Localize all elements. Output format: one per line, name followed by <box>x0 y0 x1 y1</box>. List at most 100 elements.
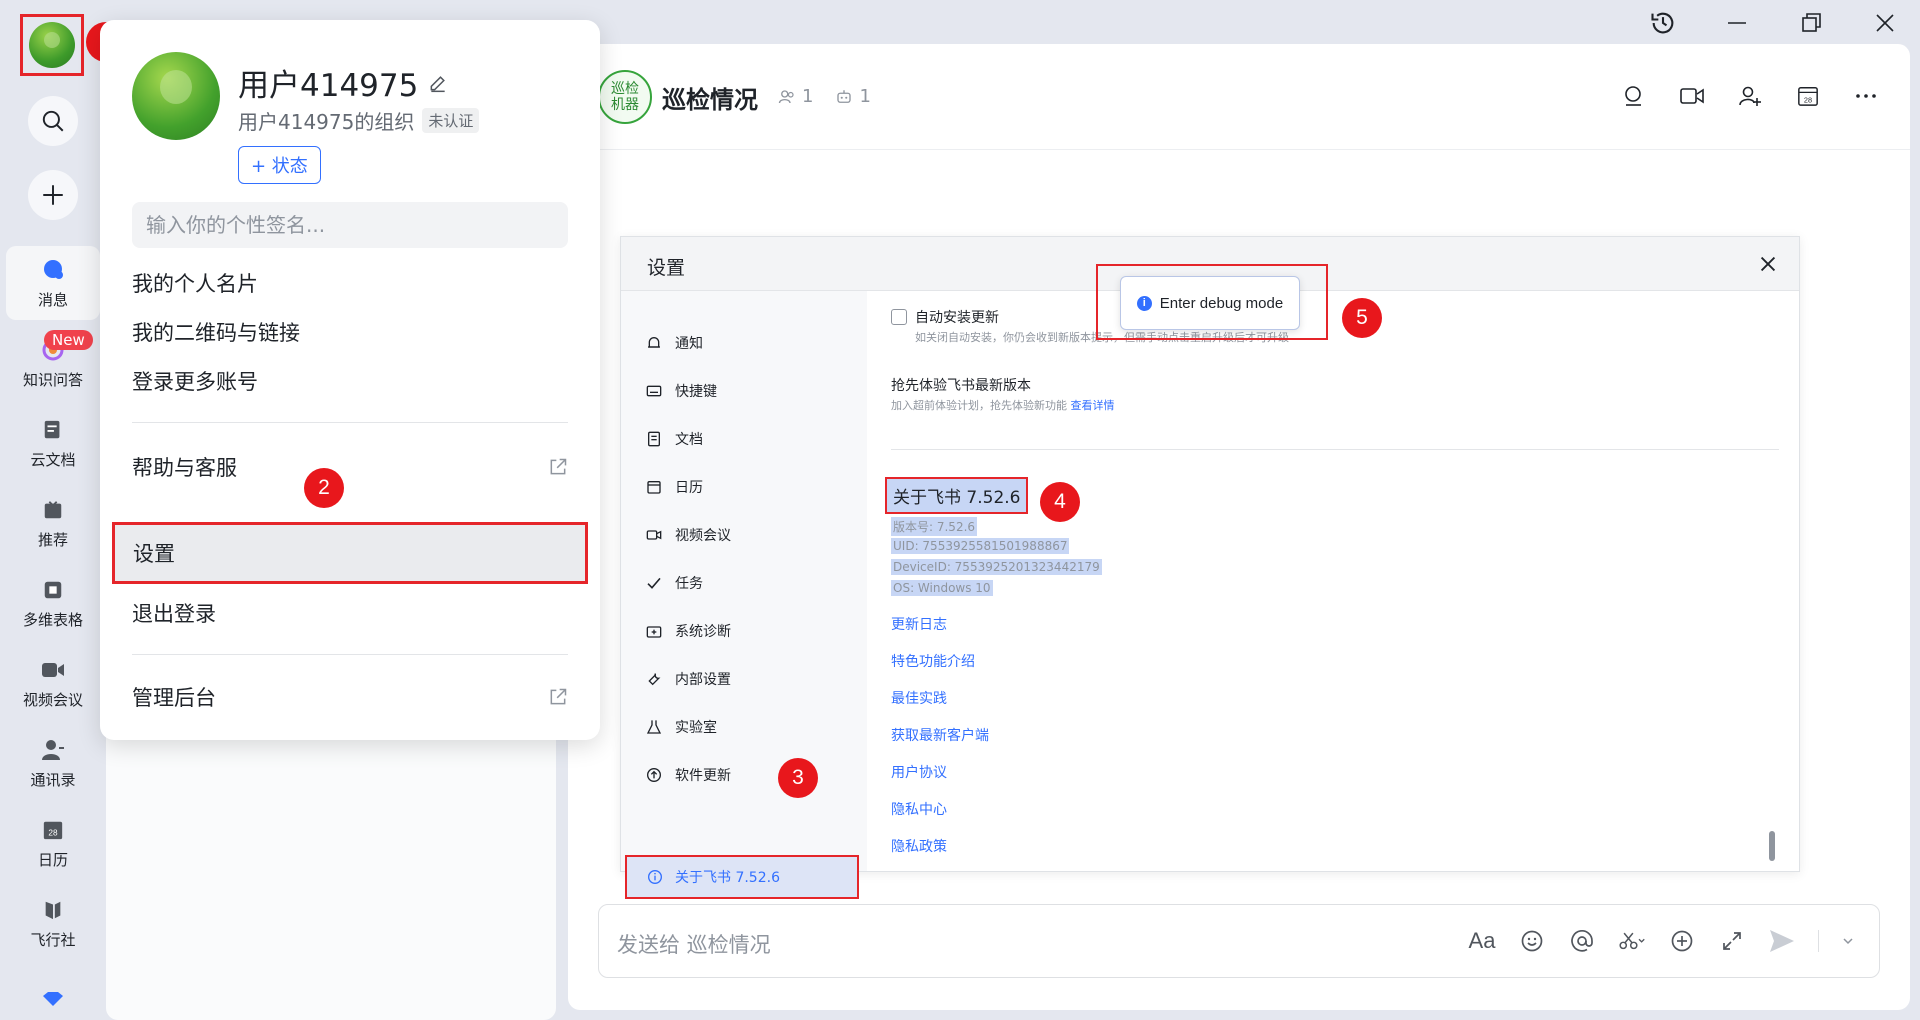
send-icon[interactable] <box>1768 927 1796 955</box>
menu-my-card[interactable]: 我的个人名片 <box>132 260 568 306</box>
profile-avatar[interactable] <box>132 52 220 140</box>
more-apps-icon[interactable] <box>40 990 66 1012</box>
more-icon[interactable] <box>1852 82 1880 110</box>
rail-item-calendar[interactable]: 28 日历 <box>6 806 100 880</box>
member-count-value: 1 <box>802 86 814 107</box>
step-marker-2: 2 <box>304 468 344 508</box>
settings-title: 设置 <box>647 257 686 279</box>
add-button[interactable] <box>28 170 78 220</box>
settings-nav-video[interactable]: 视频会议 <box>645 523 731 547</box>
unverified-badge: 未认证 <box>422 108 480 133</box>
expand-icon[interactable] <box>1718 927 1746 955</box>
rail-item-recommend[interactable]: 推荐 <box>6 486 100 560</box>
link-privacy-center[interactable]: 隐私中心 <box>891 800 989 837</box>
video-call-icon[interactable] <box>1678 82 1706 110</box>
settings-nav-notify[interactable]: 通知 <box>645 331 703 355</box>
early-access-link[interactable]: 查看详情 <box>1071 399 1115 412</box>
profile-name: 用户414975 <box>238 68 419 104</box>
menu-logout[interactable]: 退出登录 <box>132 590 568 636</box>
calendar-icon[interactable]: 28 <box>1794 82 1822 110</box>
external-link-icon <box>550 458 567 475</box>
add-circle-icon[interactable] <box>1668 927 1696 955</box>
restore-icon[interactable] <box>1796 8 1826 38</box>
scissors-icon[interactable] <box>1618 927 1646 955</box>
link-features[interactable]: 特色功能介绍 <box>891 652 989 689</box>
close-icon[interactable] <box>1870 8 1900 38</box>
settings-nav-calendar[interactable]: 日历 <box>645 475 703 499</box>
rail-item-label: 云文档 <box>30 450 76 469</box>
auto-update-checkbox[interactable] <box>891 309 907 325</box>
chat-title[interactable]: 巡检情况 <box>662 80 758 115</box>
user-avatar-button[interactable] <box>20 14 84 76</box>
svg-text:28: 28 <box>1804 95 1812 104</box>
rail-item-flying-club[interactable]: 飞行社 <box>6 886 100 960</box>
members-icon <box>778 89 794 103</box>
contacts-icon <box>40 737 66 763</box>
rail-item-messages[interactable]: 消息 <box>6 246 100 320</box>
menu-qrcode-link[interactable]: 我的二维码与链接 <box>132 309 568 355</box>
settings-nav-about[interactable]: 关于飞书 7.52.6 <box>625 855 859 899</box>
minimize-icon[interactable] <box>1722 8 1752 38</box>
emoji-icon[interactable] <box>1518 927 1546 955</box>
composer-toolbar: Aa <box>1468 927 1855 955</box>
send-options-chevron-icon[interactable] <box>1841 927 1855 955</box>
menu-login-more[interactable]: 登录更多账号 <box>132 358 568 404</box>
link-privacy-policy[interactable]: 隐私政策 <box>891 837 989 874</box>
menu-help[interactable]: 帮助与客服 <box>132 444 568 490</box>
link-changelog[interactable]: 更新日志 <box>891 615 989 652</box>
rail-item-cloud-docs[interactable]: 云文档 <box>6 406 100 480</box>
menu-admin[interactable]: 管理后台 <box>132 674 568 720</box>
settings-nav-label: 实验室 <box>675 720 717 736</box>
about-title[interactable]: 关于飞书 7.52.6 <box>885 477 1029 514</box>
menu-label: 登录更多账号 <box>132 370 258 394</box>
signature-input[interactable] <box>132 202 568 248</box>
settings-scrollbar[interactable] <box>1769 831 1775 861</box>
chat-header: 巡检 机器 巡检情况 1 1 28 <box>568 44 1910 150</box>
add-member-icon[interactable] <box>1736 82 1764 110</box>
settings-nav: 通知 快捷键 文档 日历 视频会议 任务 系统诊断 内部设置 实验室 软件更新 … <box>621 291 867 899</box>
edit-icon[interactable] <box>428 73 448 93</box>
rail-item-label: 飞行社 <box>30 930 76 949</box>
settings-nav-lab[interactable]: 实验室 <box>645 715 717 739</box>
search-button[interactable] <box>28 96 78 146</box>
rail-item-contacts[interactable]: 通讯录 <box>6 726 100 800</box>
menu-label: 我的个人名片 <box>132 272 258 296</box>
link-user-agreement[interactable]: 用户协议 <box>891 763 989 800</box>
chat-search-icon[interactable] <box>1620 82 1648 110</box>
cloud-docs-icon <box>40 417 66 443</box>
settings-nav-diagnostics[interactable]: 系统诊断 <box>645 619 731 643</box>
settings-nav-update[interactable]: 软件更新 <box>645 763 731 787</box>
settings-nav-tasks[interactable]: 任务 <box>645 571 703 595</box>
menu-label: 管理后台 <box>132 686 216 710</box>
profile-popup: 用户414975 用户414975的组织 未认证 + 状态 我的个人名片 我的二… <box>100 20 600 740</box>
flying-club-icon <box>40 897 66 923</box>
text-format-icon[interactable]: Aa <box>1468 927 1496 955</box>
version-line: 版本号: 7.52.6 <box>891 517 978 536</box>
message-composer[interactable]: 发送给 巡检情况 Aa <box>598 904 1880 978</box>
menu-settings[interactable]: 设置 <box>112 522 588 584</box>
rail-item-base-table[interactable]: 多维表格 <box>6 566 100 640</box>
mention-icon[interactable] <box>1568 927 1596 955</box>
bot-count[interactable]: 1 <box>835 86 871 107</box>
rail-item-video-meeting[interactable]: 视频会议 <box>6 646 100 720</box>
link-best-practice[interactable]: 最佳实践 <box>891 689 989 726</box>
settings-nav-label: 文档 <box>675 432 703 448</box>
settings-close-icon[interactable] <box>1757 253 1779 275</box>
member-count[interactable]: 1 <box>778 86 813 107</box>
chat-avatar[interactable]: 巡检 机器 <box>598 70 652 124</box>
menu-divider <box>132 654 568 655</box>
add-status-button[interactable]: + 状态 <box>238 146 321 184</box>
os-line: OS: Windows 10 <box>891 580 993 596</box>
settings-nav-docs[interactable]: 文档 <box>645 427 703 451</box>
settings-nav-internal[interactable]: 内部设置 <box>645 667 731 691</box>
settings-nav-label: 快捷键 <box>675 384 717 400</box>
history-icon[interactable] <box>1648 8 1678 38</box>
bot-icon <box>837 89 852 103</box>
link-latest-client[interactable]: 获取最新客户端 <box>891 726 989 763</box>
settings-nav-shortcuts[interactable]: 快捷键 <box>645 379 717 403</box>
left-rail: 消息 知识问答 New 云文档 推荐 多维表格 视频会议 通讯录 28 日历 飞… <box>0 0 104 1020</box>
auto-update-label: 自动安装更新 <box>915 310 999 326</box>
debug-toast-text: Enter debug mode <box>1159 294 1284 312</box>
settings-nav-label: 任务 <box>675 576 703 592</box>
send-divider <box>1818 930 1819 952</box>
